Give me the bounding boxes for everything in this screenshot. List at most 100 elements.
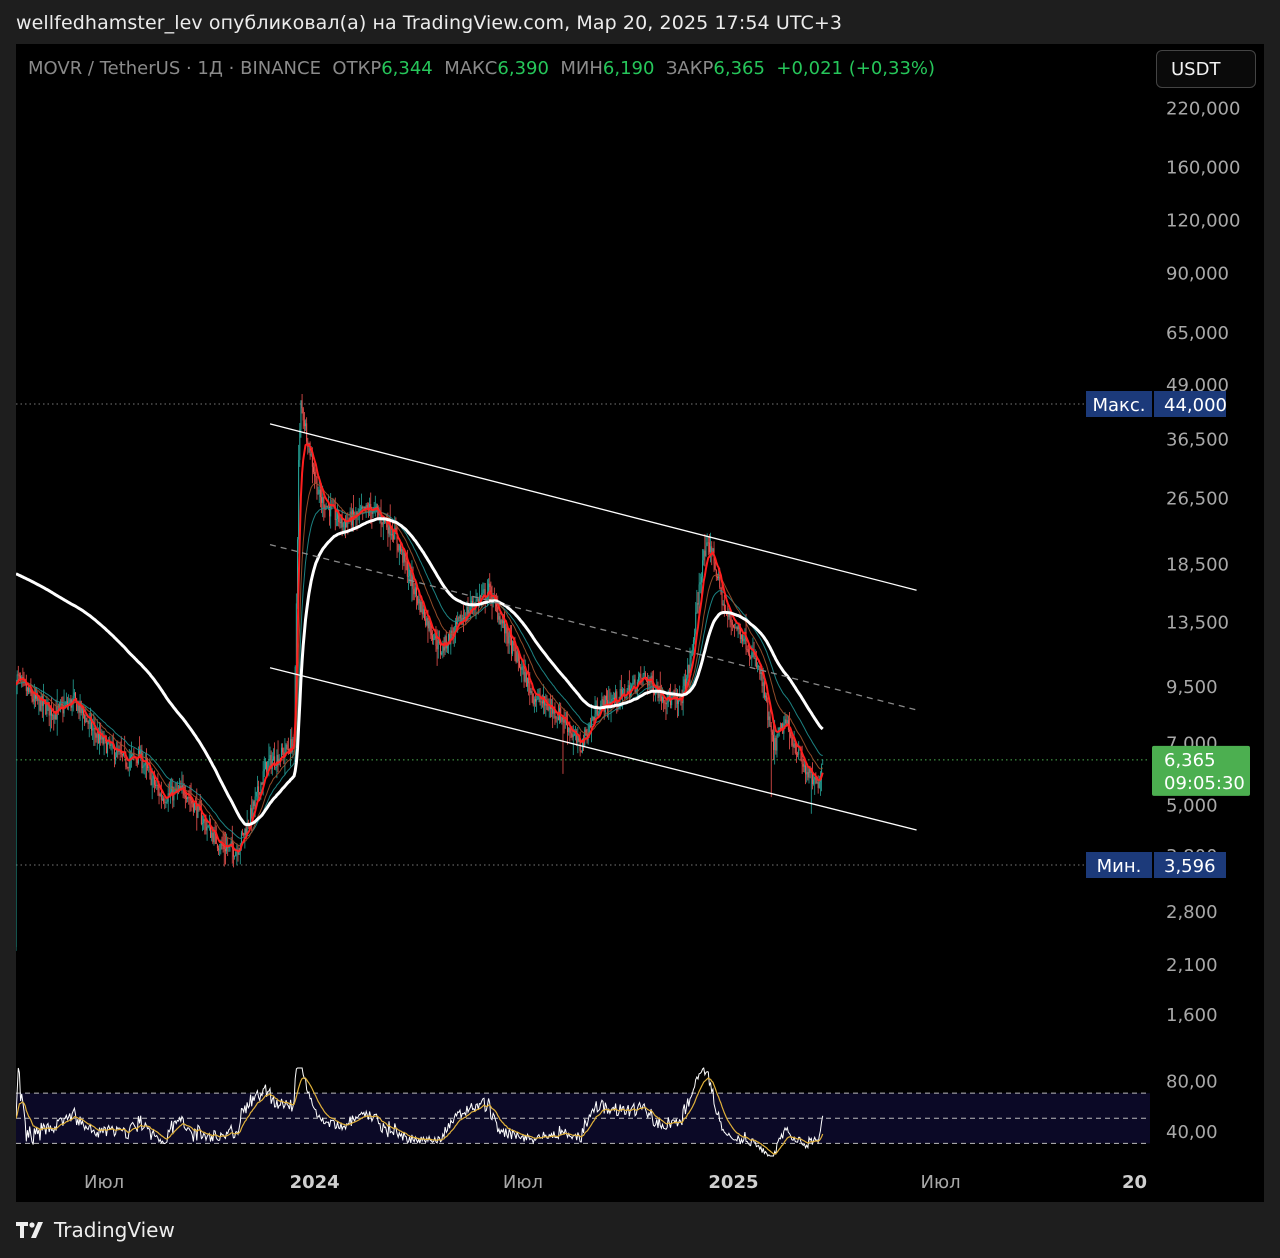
candle (742, 633, 744, 648)
candle (413, 582, 415, 601)
candle (512, 640, 514, 657)
candle (737, 623, 739, 639)
candle-body (157, 785, 159, 789)
candle (766, 692, 768, 703)
candle-body (253, 801, 255, 806)
candle-body (746, 649, 748, 650)
candle (798, 741, 800, 760)
time-axis-label: Июл (84, 1172, 124, 1193)
candle-body (742, 634, 744, 642)
candle-body (625, 697, 627, 698)
candle-body (700, 576, 702, 583)
time-axis-label: Июл (921, 1172, 961, 1193)
candle-body (268, 760, 270, 762)
chart-panel[interactable]: MOVR / TetherUS · 1Д · BINANCE ОТКР6,344… (16, 44, 1264, 1202)
candle-body (220, 842, 222, 850)
candle (716, 573, 718, 581)
candle (763, 680, 765, 700)
candle-body (767, 701, 769, 720)
candle-body (627, 685, 629, 691)
candle (236, 843, 238, 865)
candle-body (269, 755, 271, 761)
candle (555, 715, 557, 723)
candle (752, 637, 754, 658)
candle-body (786, 720, 788, 724)
candle (585, 726, 587, 736)
price-scale-label: 18,500 (1166, 554, 1229, 575)
candle (765, 692, 767, 702)
candle-body (203, 819, 205, 824)
candle (670, 683, 672, 709)
candle (430, 625, 432, 642)
candle-body (557, 717, 559, 721)
candle (625, 696, 627, 700)
candle-body (637, 676, 639, 683)
candle-body (207, 825, 209, 828)
candle (775, 735, 777, 755)
candle-body (261, 783, 263, 785)
candle-body (512, 641, 514, 654)
candle-body (391, 534, 393, 536)
candle (580, 750, 582, 753)
candle-body (500, 620, 502, 625)
candle-body (768, 716, 770, 720)
candle-body (683, 679, 685, 686)
candle-body (323, 497, 325, 510)
candle-body (441, 652, 443, 655)
candle-body (757, 666, 759, 668)
candle-body (561, 716, 563, 722)
candle-body (319, 489, 321, 498)
candle-body (730, 618, 732, 623)
candle-body (765, 695, 767, 698)
candle (500, 618, 502, 632)
candle (771, 729, 773, 742)
candle-body (305, 423, 307, 427)
candle-body (533, 699, 535, 705)
candle-body (300, 400, 302, 430)
candle-body (481, 593, 483, 597)
price-scale-label: 1,600 (1166, 1005, 1218, 1026)
candle (337, 503, 339, 527)
candle (81, 705, 83, 731)
candle (143, 763, 145, 775)
candle (740, 634, 742, 644)
candle-body (647, 680, 649, 686)
candle (218, 845, 220, 856)
time-axis-label: 2024 (290, 1172, 340, 1193)
candle (37, 691, 39, 705)
candle (302, 406, 304, 429)
candle (243, 832, 245, 837)
candle-body (255, 791, 257, 797)
candle-body (747, 649, 749, 654)
candle-body (593, 716, 595, 721)
candle-body (155, 784, 157, 787)
candle-body (635, 690, 637, 693)
price-scale-label: 120,000 (1166, 210, 1240, 231)
candle-body (398, 545, 400, 551)
candle-body (498, 616, 500, 620)
candle-body (387, 527, 389, 534)
candle-body (665, 703, 667, 705)
candle (34, 687, 36, 708)
candle-body (704, 550, 706, 556)
candle-body (694, 633, 696, 641)
candle-body (107, 742, 109, 754)
min-marker-label: Мин. (1097, 856, 1142, 877)
candle-body (324, 509, 326, 511)
candle (120, 736, 122, 758)
price-scale-label: 2,100 (1166, 955, 1218, 976)
candle-body (774, 737, 776, 751)
tradingview-footer[interactable]: TradingView (16, 1218, 175, 1242)
candle (635, 688, 637, 695)
candle-body (507, 636, 509, 644)
candle (299, 423, 301, 467)
candle-body (433, 638, 435, 640)
candle (787, 715, 789, 733)
candle-body (330, 504, 332, 517)
price-chart[interactable]: 220,000160,000120,00090,00065,00049,0003… (16, 44, 1264, 1202)
candle (53, 704, 55, 731)
candle-body (84, 714, 86, 723)
candle-body (316, 476, 318, 494)
candle (184, 785, 186, 809)
candle (491, 585, 493, 620)
